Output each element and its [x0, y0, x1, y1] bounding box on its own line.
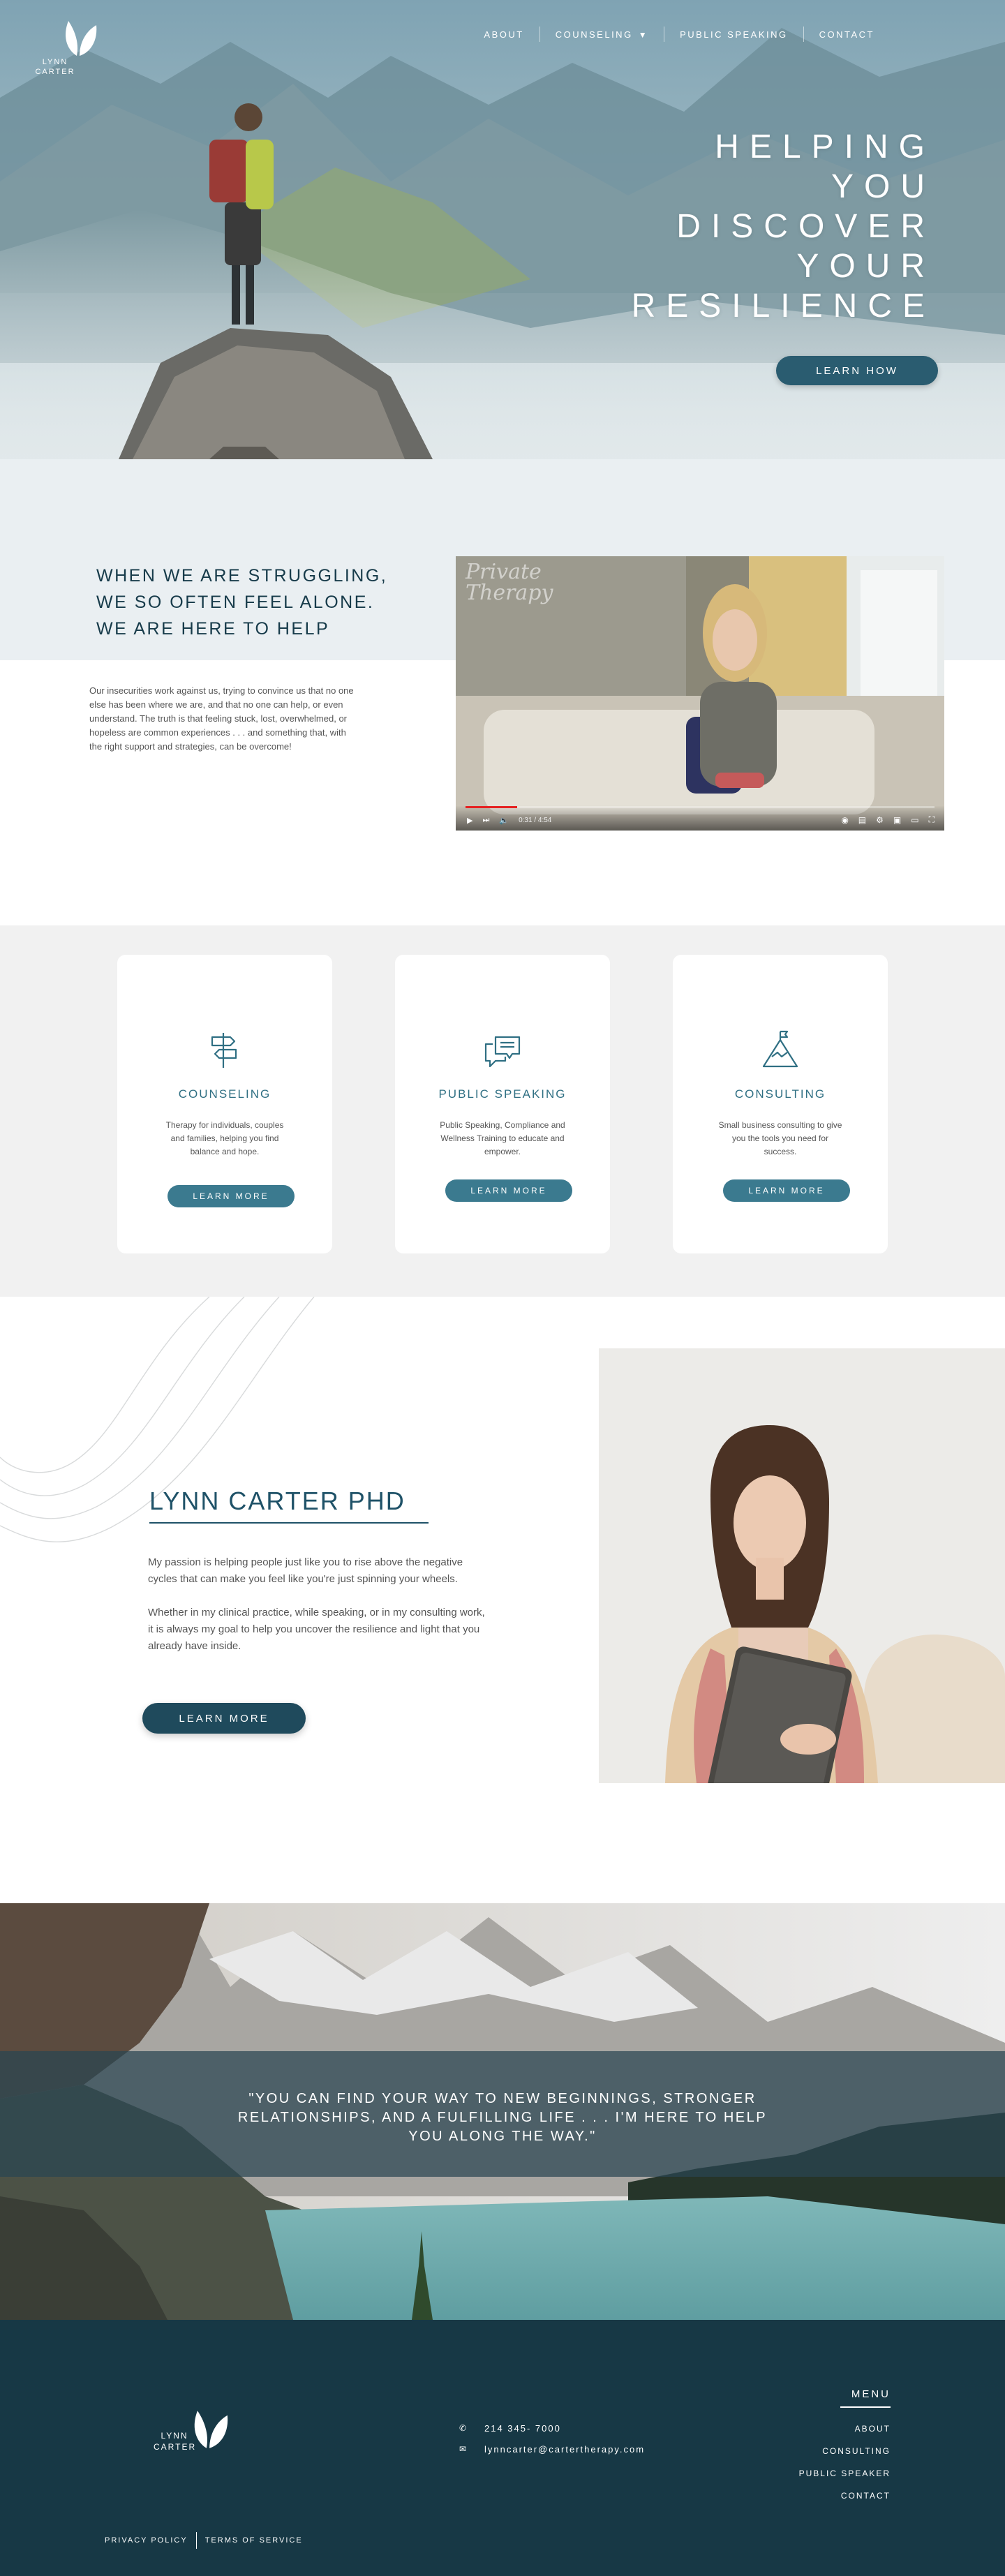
counseling-learn-more-button[interactable]: LEARN MORE — [168, 1185, 295, 1207]
caret-down-icon: ▼ — [638, 29, 649, 40]
footer-link-contact[interactable]: CONTACT — [799, 2485, 891, 2507]
portrait-photo — [599, 1348, 1005, 1783]
intro-heading-line: WE SO OFTEN FEEL ALONE. — [96, 593, 375, 612]
video-progress-fill — [466, 806, 517, 808]
captions-icon[interactable]: ▤ — [858, 815, 866, 825]
footer-email: lynncarter@cartertherapy.com — [484, 2443, 646, 2455]
privacy-policy-link[interactable]: PRIVACY POLICY — [105, 2536, 188, 2545]
service-title: CONSULTING — [734, 1087, 826, 1101]
footer-legal: PRIVACY POLICY TERMS OF SERVICE — [105, 2532, 303, 2549]
envelope-icon: ✉ — [459, 2444, 468, 2454]
service-card-consulting: CONSULTING Small business consulting to … — [673, 955, 888, 1253]
consulting-learn-more-button[interactable]: LEARN MORE — [723, 1179, 850, 1202]
footer-link-consulting[interactable]: CONSULTING — [799, 2440, 891, 2462]
hero-section: LYNN CARTER ABOUT COUNSELING ▼ PUBLIC SPE… — [0, 0, 1005, 459]
hero-title-line: HELPING — [715, 128, 935, 165]
service-card-public-speaking: PUBLIC SPEAKING Public Speaking, Complia… — [395, 955, 610, 1253]
volume-icon[interactable]: 🔈 — [499, 816, 509, 825]
footer-email-row[interactable]: ✉ lynncarter@cartertherapy.com — [459, 2439, 645, 2459]
signpost-icon — [211, 1033, 237, 1068]
video-watermark: Private Therapy — [466, 562, 553, 604]
mountain-flag-icon — [762, 1030, 798, 1068]
terms-of-service-link[interactable]: TERMS OF SERVICE — [205, 2536, 303, 2545]
about-title: LYNN CARTER PHD — [149, 1487, 405, 1515]
about-paragraph-2: Whether in my clinical practice, while s… — [148, 1607, 485, 1652]
footer-link-about[interactable]: ABOUT — [799, 2418, 891, 2440]
next-icon[interactable]: ⏭ — [482, 816, 489, 825]
service-description: Public Speaking, Compliance and Wellness… — [440, 1120, 565, 1156]
video-progress-bar[interactable] — [466, 806, 935, 808]
intro-heading: WHEN WE ARE STRUGGLING, WE SO OFTEN FEEL… — [96, 563, 403, 642]
footer-phone: 214 345- 7000 — [484, 2422, 561, 2434]
service-title: COUNSELING — [178, 1087, 271, 1101]
learn-how-button[interactable]: LEARN HOW — [776, 356, 938, 385]
fullscreen-icon[interactable]: ⛶ — [929, 814, 935, 825]
footer-menu-heading: MENU — [851, 2388, 891, 2400]
nav-contact[interactable]: CONTACT — [804, 29, 890, 40]
video-controls-left: ▶ ⏭ 🔈 0:31 / 4:54 — [467, 816, 561, 825]
site-logo[interactable]: LYNN CARTER — [31, 18, 107, 77]
nav-public-speaking[interactable]: PUBLIC SPEAKING — [664, 29, 803, 40]
nav-about[interactable]: ABOUT — [468, 29, 539, 40]
footer-menu: ABOUT CONSULTING PUBLIC SPEAKER CONTACT — [799, 2418, 891, 2507]
quote-section: "YOU CAN FIND YOUR WAY TO NEW BEGINNINGS… — [0, 1903, 1005, 2320]
video-controls: ▶ ⏭ 🔈 0:31 / 4:54 ◉ ▤ ⚙ ▣ ▭ ⛶ — [456, 805, 944, 831]
footer-link-public-speaker[interactable]: PUBLIC SPEAKER — [799, 2462, 891, 2485]
video-watermark-line: Therapy — [466, 581, 553, 605]
hero-title-line: DISCOVER — [676, 208, 935, 245]
hero-title-line: RESILIENCE — [631, 288, 935, 325]
intro-body: Our insecurities work against us, trying… — [89, 685, 354, 752]
nav-counseling-label: COUNSELING — [555, 29, 633, 40]
quote-text: "YOU CAN FIND YOUR WAY TO NEW BEGINNINGS… — [237, 2091, 768, 2144]
public-speaking-learn-more-button[interactable]: LEARN MORE — [445, 1179, 572, 1202]
video-controls-right: ◉ ▤ ⚙ ▣ ▭ ⛶ — [831, 814, 935, 825]
hero-title-line: YOU — [831, 168, 935, 205]
intro-heading-line: WE ARE HERE TO HELP — [96, 619, 330, 639]
video-watermark-line: Private — [466, 560, 542, 584]
hero-title-line: YOUR — [796, 248, 935, 285]
nav-counseling[interactable]: COUNSELING ▼ — [540, 29, 664, 40]
portrait-image — [599, 1348, 1005, 1783]
about-title-underline — [149, 1522, 429, 1524]
legal-divider — [195, 2532, 197, 2549]
hero-title: HELPING YOU DISCOVER YOUR RESILIENCE — [632, 127, 935, 326]
logo-name-line1: LYNN — [42, 58, 68, 66]
autoplay-toggle-icon[interactable]: ◉ — [841, 815, 848, 825]
theater-mode-icon[interactable]: ▭ — [911, 815, 918, 825]
service-description: Small business consulting to give you th… — [718, 1120, 842, 1156]
miniplayer-icon[interactable]: ▣ — [893, 815, 901, 825]
footer-phone-row[interactable]: ✆ 214 345- 7000 — [459, 2418, 645, 2439]
main-nav: ABOUT COUNSELING ▼ PUBLIC SPEAKING CONTAC… — [468, 27, 890, 42]
logo-text: LYNN CARTER — [31, 57, 80, 77]
play-icon[interactable]: ▶ — [467, 816, 472, 825]
footer-contact: ✆ 214 345- 7000 ✉ lynncarter@carterthera… — [459, 2418, 645, 2459]
about-paragraph-1: My passion is helping people just like y… — [148, 1556, 463, 1585]
footer: LYNN CARTER ✆ 214 345- 7000 ✉ lynncarter… — [0, 2320, 1005, 2576]
service-description: Therapy for individuals, couples and fam… — [165, 1120, 284, 1156]
video-time: 0:31 / 4:54 — [519, 817, 552, 824]
settings-gear-icon[interactable]: ⚙ — [876, 815, 884, 825]
phone-icon: ✆ — [459, 2423, 468, 2433]
about-learn-more-button[interactable]: LEARN MORE — [142, 1703, 306, 1734]
leaf-logo-icon — [194, 2411, 228, 2448]
footer-menu-underline — [840, 2406, 891, 2408]
logo-name-line2: CARTER — [35, 68, 75, 76]
video-player[interactable]: Private Therapy ▶ ⏭ 🔈 0:31 / 4:54 ◉ ▤ ⚙ … — [456, 556, 944, 831]
footer-logo[interactable]: LYNN CARTER — [154, 2401, 237, 2457]
service-title: PUBLIC SPEAKING — [438, 1087, 567, 1101]
service-card-counseling: COUNSELING Therapy for individuals, coup… — [117, 955, 332, 1253]
speech-bubbles-icon — [484, 1036, 521, 1068]
intro-heading-line: WHEN WE ARE STRUGGLING, — [96, 566, 388, 586]
leaf-logo-icon — [66, 21, 97, 56]
